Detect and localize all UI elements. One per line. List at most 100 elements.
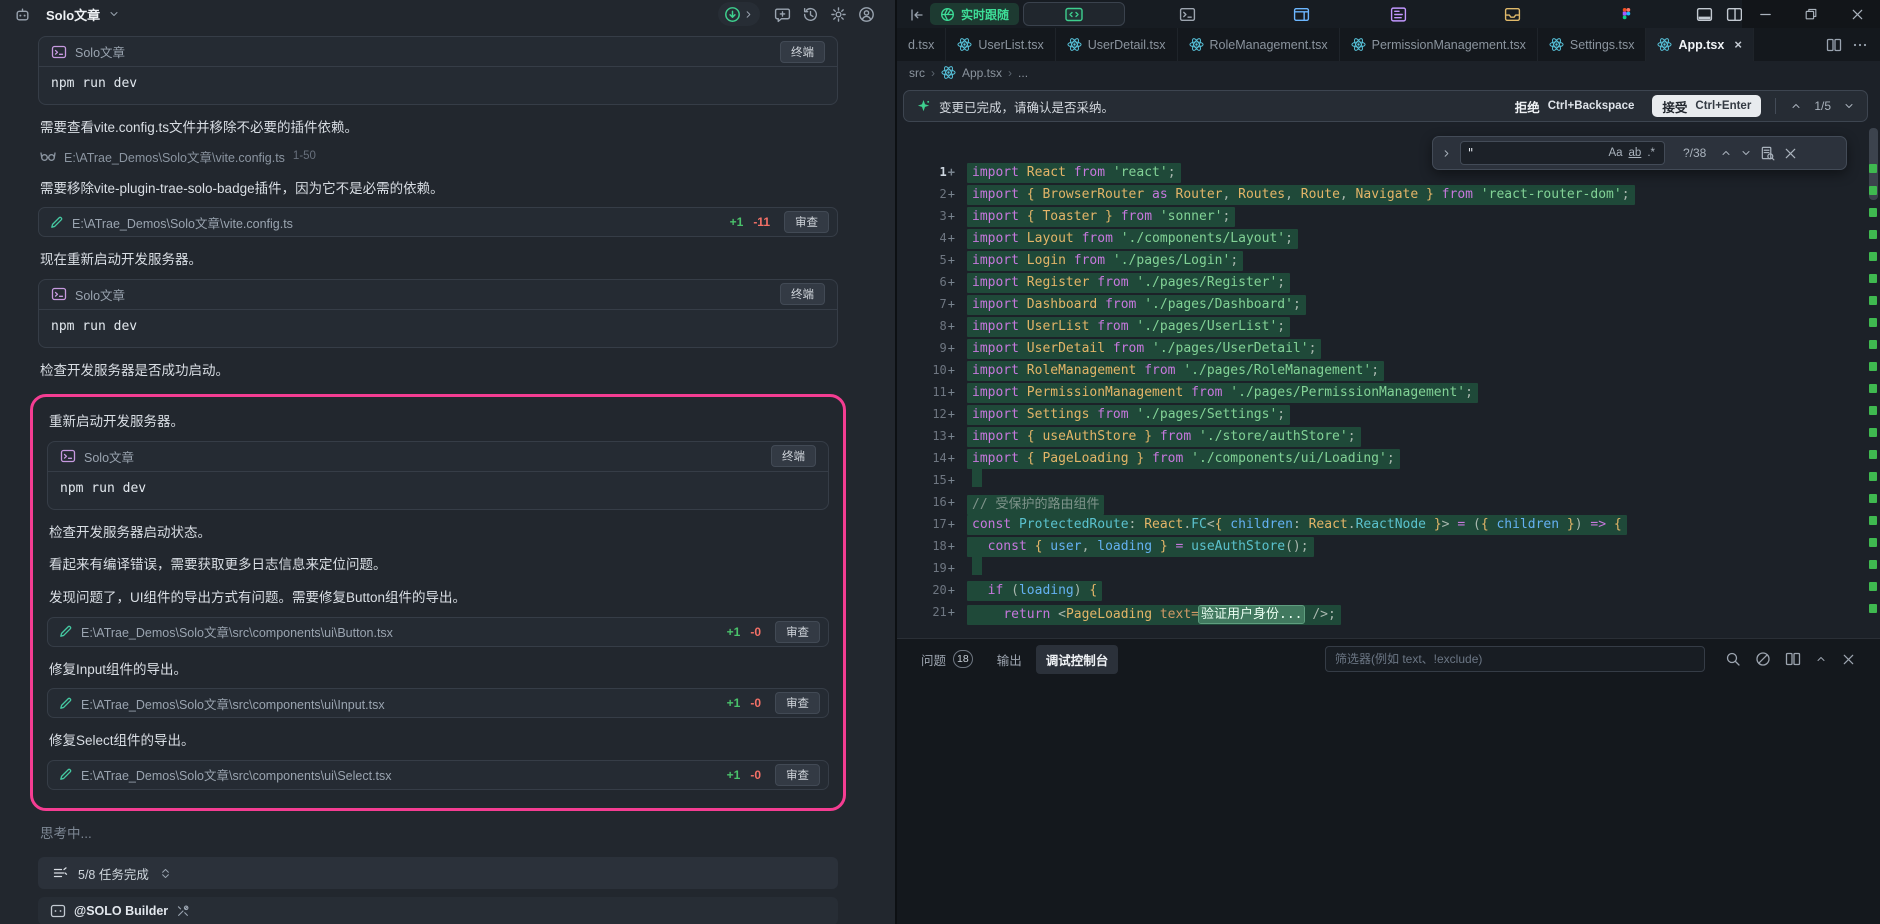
file-path: E:\ATrae_Demos\Solo文章\vite.config.ts bbox=[72, 213, 722, 232]
terminal-button[interactable]: 终端 bbox=[771, 445, 816, 467]
line-number: 17+ bbox=[897, 517, 955, 531]
find-widget: Aa ab .* ?/38 bbox=[1432, 136, 1847, 170]
next-change-icon[interactable] bbox=[1843, 100, 1855, 112]
close-button[interactable] bbox=[1834, 0, 1880, 28]
console-filter-input[interactable] bbox=[1325, 646, 1705, 672]
file-path: E:\ATrae_Demos\Solo文章\vite.config.ts bbox=[64, 147, 285, 166]
split-editor-icon[interactable] bbox=[1826, 37, 1842, 53]
builder-bar[interactable]: @SOLO Builder bbox=[38, 897, 838, 924]
find-close-icon[interactable] bbox=[1783, 146, 1798, 161]
find-input[interactable] bbox=[1467, 146, 1605, 160]
browser-view-icon[interactable] bbox=[1289, 3, 1313, 25]
line-number: 14+ bbox=[897, 451, 955, 465]
console-clear-icon[interactable] bbox=[1755, 651, 1771, 667]
robot-icon[interactable] bbox=[10, 2, 34, 26]
diff-ruler-mark bbox=[1869, 362, 1877, 371]
code-line: 15+ bbox=[897, 469, 1866, 491]
panel-close-icon[interactable] bbox=[1841, 652, 1856, 667]
review-button[interactable]: 审查 bbox=[775, 692, 820, 714]
prev-change-icon[interactable] bbox=[1790, 100, 1802, 112]
code-line: 21+ return <PageLoading text=验证用户身份... /… bbox=[897, 601, 1866, 623]
inbox-view-icon[interactable] bbox=[1500, 3, 1524, 25]
terminal-view-icon[interactable] bbox=[1175, 3, 1199, 25]
tab-PermissionManagement.tsx[interactable]: PermissionManagement.tsx bbox=[1340, 28, 1538, 61]
breadcrumb-root[interactable]: src bbox=[909, 66, 925, 80]
breadcrumb-more[interactable]: ... bbox=[1018, 66, 1028, 80]
terminal-card-title: Solo文章 bbox=[84, 447, 763, 466]
session-title[interactable]: Solo文章 bbox=[46, 5, 100, 24]
tab-label: UserDetail.tsx bbox=[1088, 38, 1166, 52]
reject-button[interactable]: 拒绝 bbox=[1515, 97, 1540, 116]
file-edit-card[interactable]: E:\ATrae_Demos\Solo文章\vite.config.ts+1-1… bbox=[38, 207, 838, 237]
file-reference[interactable]: E:\ATrae_Demos\Solo文章\vite.config.ts1-50 bbox=[40, 147, 836, 166]
whole-word-toggle[interactable]: ab bbox=[1626, 147, 1645, 159]
panel-tab-问题[interactable]: 问题18 bbox=[911, 645, 983, 674]
tab-UserList.tsx[interactable]: UserList.tsx bbox=[946, 28, 1055, 61]
more-actions-icon[interactable] bbox=[1852, 37, 1868, 53]
edit-pencil-icon bbox=[58, 767, 73, 782]
diff-ruler-mark bbox=[1869, 428, 1877, 437]
code-preview-tab[interactable] bbox=[1023, 2, 1125, 26]
review-button[interactable]: 审查 bbox=[775, 621, 820, 643]
builder-label: @SOLO Builder bbox=[74, 904, 168, 918]
review-button[interactable]: 审查 bbox=[784, 211, 829, 233]
console-split-icon[interactable] bbox=[1785, 651, 1801, 667]
find-in-selection-icon[interactable] bbox=[1760, 146, 1775, 161]
form-view-icon[interactable] bbox=[1386, 3, 1410, 25]
account-icon[interactable] bbox=[854, 2, 878, 26]
sparkle-icon bbox=[916, 99, 931, 114]
overview-ruler[interactable] bbox=[1866, 84, 1880, 638]
console-search-icon[interactable] bbox=[1725, 651, 1741, 667]
breadcrumb-file[interactable]: App.tsx bbox=[962, 66, 1002, 80]
line-number: 15+ bbox=[897, 473, 955, 487]
terminal-command: npm run dev bbox=[48, 472, 828, 509]
find-expand-icon[interactable] bbox=[1441, 148, 1452, 159]
tab-RoleManagement.tsx[interactable]: RoleManagement.tsx bbox=[1178, 28, 1340, 61]
file-edit-card[interactable]: E:\ATrae_Demos\Solo文章\src\components\ui\… bbox=[47, 617, 829, 647]
panel-tab-调试控制台[interactable]: 调试控制台 bbox=[1036, 645, 1119, 674]
history-icon[interactable] bbox=[798, 2, 822, 26]
accept-button[interactable]: 接受 Ctrl+Enter bbox=[1652, 95, 1761, 117]
review-button[interactable]: 审查 bbox=[775, 764, 820, 786]
chat-message: 现在重新启动开发服务器。 bbox=[40, 250, 836, 270]
minimize-button[interactable] bbox=[1742, 0, 1788, 28]
tab-Settings.tsx[interactable]: Settings.tsx bbox=[1538, 28, 1647, 61]
tab-d.tsx[interactable]: d.tsx bbox=[897, 28, 946, 61]
code-line: 20+ if (loading) { bbox=[897, 579, 1866, 601]
collapse-left-icon[interactable] bbox=[905, 3, 929, 27]
tab-label: Settings.tsx bbox=[1570, 38, 1635, 52]
terminal-button[interactable]: 终端 bbox=[780, 283, 825, 305]
line-number: 6+ bbox=[897, 275, 955, 289]
find-match-count: ?/38 bbox=[1683, 146, 1706, 160]
gear-icon[interactable] bbox=[826, 2, 850, 26]
follow-mode-pill[interactable]: 实时跟随 bbox=[930, 3, 1019, 25]
code-line: 10+import RoleManagement from './pages/R… bbox=[897, 359, 1866, 381]
tab-App.tsx[interactable]: App.tsx× bbox=[1646, 28, 1753, 61]
react-icon bbox=[957, 37, 972, 52]
find-prev-icon[interactable] bbox=[1720, 147, 1732, 159]
lines-removed: -0 bbox=[750, 625, 761, 639]
new-chat-icon[interactable] bbox=[770, 2, 794, 26]
regex-toggle[interactable]: .* bbox=[1644, 147, 1658, 159]
file-edit-card[interactable]: E:\ATrae_Demos\Solo文章\src\components\ui\… bbox=[47, 760, 829, 790]
panel-bottom-icon[interactable] bbox=[1692, 3, 1716, 25]
tab-close-icon[interactable]: × bbox=[1734, 37, 1742, 52]
tab-UserDetail.tsx[interactable]: UserDetail.tsx bbox=[1056, 28, 1178, 61]
panel-tab-输出[interactable]: 输出 bbox=[987, 645, 1032, 674]
match-case-toggle[interactable]: Aa bbox=[1605, 147, 1625, 159]
diff-ruler-mark bbox=[1869, 472, 1877, 481]
chevron-down-icon[interactable] bbox=[108, 8, 120, 20]
file-edit-card[interactable]: E:\ATrae_Demos\Solo文章\src\components\ui\… bbox=[47, 688, 829, 718]
line-number: 11+ bbox=[897, 385, 955, 399]
restore-button[interactable] bbox=[1788, 0, 1834, 28]
title-bar-left: Solo文章 bbox=[0, 0, 895, 28]
diff-ruler-mark bbox=[1869, 186, 1877, 195]
task-progress-bar[interactable]: 5/8 任务完成 bbox=[38, 857, 838, 889]
panel-maximize-icon[interactable] bbox=[1815, 653, 1827, 665]
figma-icon[interactable] bbox=[1614, 3, 1638, 25]
tab-label: d.tsx bbox=[908, 38, 934, 52]
update-pill[interactable] bbox=[718, 2, 760, 26]
terminal-button[interactable]: 终端 bbox=[780, 41, 825, 63]
title-bar-right: 实时跟随 bbox=[895, 0, 1880, 28]
find-next-icon[interactable] bbox=[1740, 147, 1752, 159]
